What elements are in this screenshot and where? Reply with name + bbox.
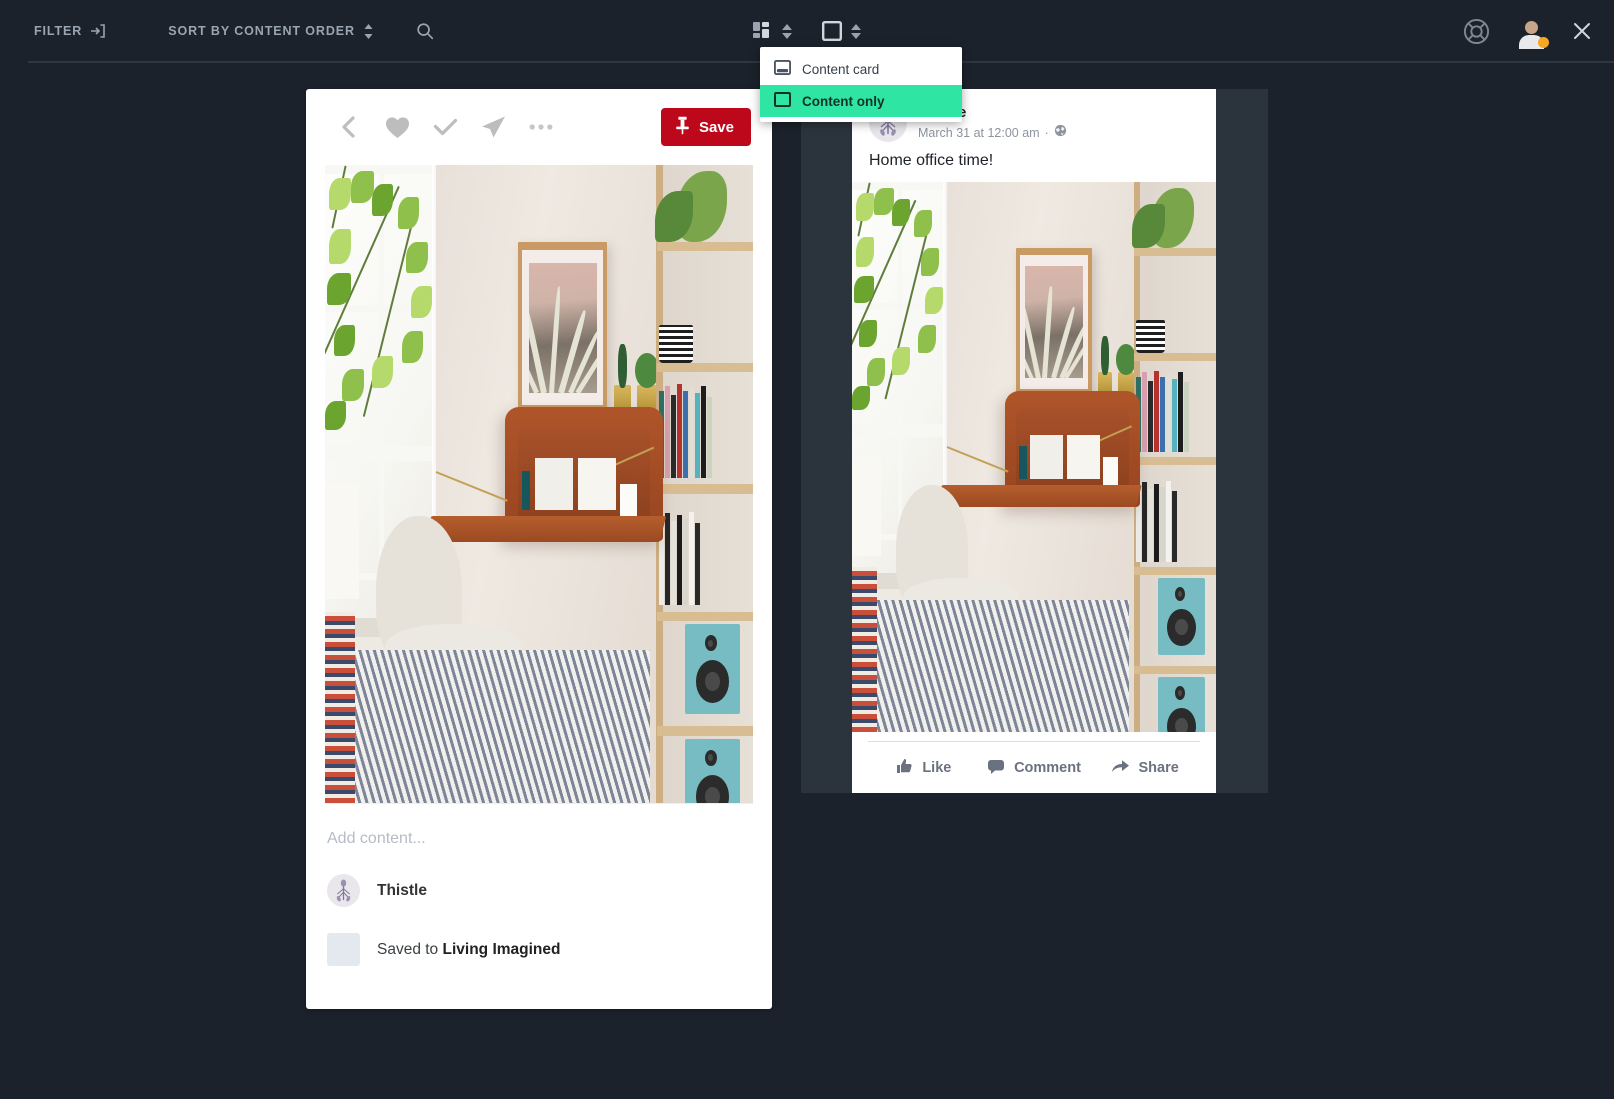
save-label: Save [698, 118, 734, 136]
globe-icon [1054, 124, 1067, 142]
search-button[interactable] [406, 16, 444, 46]
add-content-input[interactable]: Add content... [325, 803, 753, 848]
content-card-icon [773, 59, 792, 78]
home-office-scene [325, 165, 753, 803]
post-meta: March 31 at 12:00 am · [918, 124, 1067, 142]
content-view-selector[interactable] [820, 17, 863, 45]
comment-bubble-icon [987, 757, 1005, 779]
content-only-preview-card: Thistle March 31 at 12:00 am · Home offi… [852, 89, 1216, 793]
comment-button[interactable]: Comment [979, 757, 1090, 779]
send-icon[interactable] [469, 103, 517, 151]
search-icon [416, 22, 434, 40]
pin-icon [675, 116, 690, 139]
filter-label: FILTER [34, 24, 83, 38]
caret-updown-icon [851, 23, 861, 39]
board-name[interactable]: Living Imagined [443, 941, 561, 958]
lifebuoy-icon[interactable] [1463, 18, 1490, 45]
saved-to-row: Saved to Living Imagined [306, 933, 772, 966]
caret-updown-icon [782, 23, 792, 39]
pin-author-name[interactable]: Thistle [377, 882, 427, 900]
check-icon[interactable] [421, 103, 469, 151]
toolbar-left-group: FILTER SORT BY CONTENT ORDER [24, 0, 444, 62]
sort-button[interactable]: SORT BY CONTENT ORDER [158, 17, 384, 46]
board-thumbnail[interactable] [327, 933, 360, 966]
post-actions: Like Comment Share [868, 741, 1200, 793]
layout-mode-selector[interactable] [751, 18, 794, 44]
saved-to-prefix: Saved to [377, 940, 443, 958]
thumbs-up-icon [895, 757, 913, 779]
dropdown-item-label: Content card [802, 61, 880, 77]
content-view-dropdown[interactable]: Content card Content only [760, 47, 962, 122]
like-button[interactable]: Like [868, 757, 979, 779]
share-arrow-icon [1111, 757, 1130, 779]
square-outline-icon [822, 21, 842, 41]
share-label: Share [1138, 759, 1179, 776]
avatar[interactable] [1516, 16, 1549, 48]
content-card-detail: Save Add content... Thistle Saved to Liv… [306, 89, 772, 1009]
content-only-icon [773, 91, 792, 110]
toolbar-right-group [1463, 0, 1592, 62]
close-button[interactable] [1572, 21, 1592, 41]
like-label: Like [922, 759, 952, 776]
saved-to-text: Saved to Living Imagined [377, 941, 560, 959]
grid-layout-icon [753, 22, 773, 40]
dropdown-item-content-card[interactable]: Content card [760, 53, 962, 85]
meta-separator: · [1044, 125, 1049, 140]
pin-toolbar: Save [306, 89, 772, 165]
comment-label: Comment [1014, 759, 1081, 776]
post-photo[interactable] [852, 182, 1216, 732]
post-message: Home office time! [869, 152, 994, 169]
filter-button[interactable]: FILTER [24, 17, 116, 45]
dropdown-item-content-only[interactable]: Content only [760, 85, 962, 117]
dropdown-item-label: Content only [802, 93, 885, 109]
back-icon[interactable] [325, 103, 373, 151]
heart-icon[interactable] [373, 103, 421, 151]
home-office-scene [852, 182, 1216, 732]
login-arrow-icon [90, 23, 106, 39]
sort-label: SORT BY CONTENT ORDER [168, 24, 355, 38]
pin-author-avatar[interactable] [327, 874, 360, 907]
save-button[interactable]: Save [660, 108, 751, 146]
pin-photo[interactable] [325, 165, 753, 803]
share-button[interactable]: Share [1089, 757, 1200, 779]
sort-updown-icon [363, 23, 374, 40]
pin-author-row: Thistle [306, 874, 772, 907]
notification-dot [1538, 37, 1549, 48]
more-icon[interactable] [517, 103, 565, 151]
post-timestamp[interactable]: March 31 at 12:00 am [918, 125, 1040, 142]
